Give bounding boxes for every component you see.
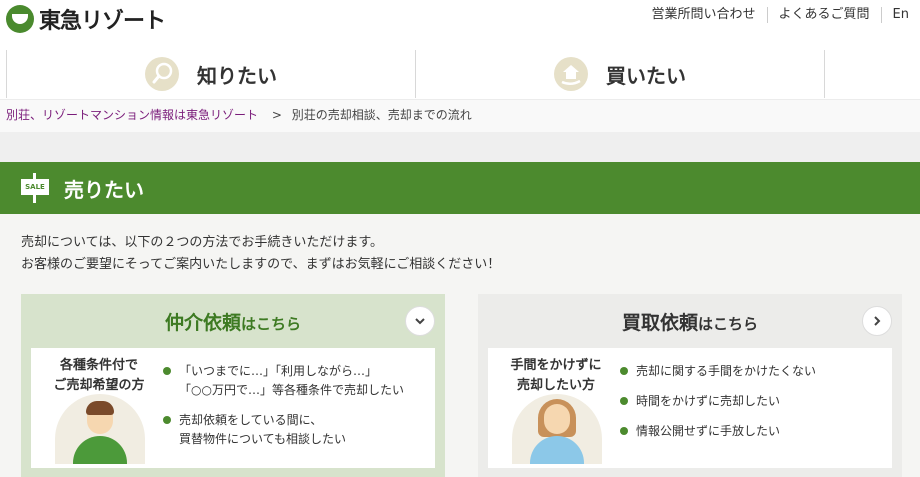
breadcrumb-current: 別荘の売却相談、売却までの流れ	[291, 108, 472, 122]
util-link-faq[interactable]: よくあるご質問	[766, 7, 881, 23]
magnifier-icon	[145, 57, 179, 91]
list-item: 売却依頼をしている間に、 買替物件についても相談したい	[163, 411, 404, 449]
chevron-right-icon[interactable]	[862, 306, 892, 336]
man-avatar-icon	[55, 394, 145, 464]
house-hand-icon	[554, 57, 588, 91]
list-item: 売却に関する手間をかけたくない	[620, 362, 816, 381]
card-title: 買取依頼はこちら	[621, 312, 759, 334]
intro-line-1: 売却については、以下の２つの方法でお手続きいただけます。	[21, 235, 384, 250]
sell-content: 売却については、以下の２つの方法でお手続きいただけます。 お客様のご要望にそって…	[0, 214, 920, 477]
nav-label-buy: 買いたい	[606, 63, 686, 88]
util-link-english[interactable]: En	[880, 7, 920, 23]
list-item: 情報公開せずに手放したい	[620, 422, 816, 441]
section-title: 売りたい	[64, 177, 144, 202]
sell-section-header: SALE 売りたい	[0, 162, 920, 214]
util-link-offices[interactable]: 営業所問い合わせ	[641, 7, 767, 23]
condition-list: 売却に関する手間をかけたくない 時間をかけずに売却したい 情報公開せずに手放した…	[620, 362, 816, 452]
target-audience: 各種条件付で ご売却希望の方	[53, 358, 145, 393]
site-header: 東急リゾート 営業所問い合わせ よくあるご質問 En	[0, 0, 920, 36]
main-nav: 知りたい 買いたい	[6, 50, 920, 98]
utility-links: 営業所問い合わせ よくあるご質問 En	[641, 7, 920, 23]
intro-line-2: お客様のご要望にそってご案内いたしますので、まずはお気軽にご相談ください！	[21, 257, 501, 272]
spacer-band	[0, 132, 920, 162]
nav-item-know[interactable]: 知りたい	[6, 50, 415, 98]
nav-item-buy[interactable]: 買いたい	[415, 50, 825, 98]
logo-mark-icon	[6, 5, 34, 33]
card-body: 各種条件付で ご売却希望の方 「いつまでに…」「利用しながら…」 「○○万円で……	[31, 348, 435, 468]
logo[interactable]: 東急リゾート	[6, 3, 166, 35]
sale-sign-icon: SALE	[21, 173, 49, 203]
list-item: 時間をかけずに売却したい	[620, 392, 816, 411]
condition-list: 「いつまでに…」「利用しながら…」 「○○万円で…」等各種条件で売却したい 売却…	[163, 362, 404, 460]
intro-text: 売却については、以下の２つの方法でお手続きいただけます。 お客様のご要望にそって…	[21, 232, 500, 276]
buyout-card[interactable]: 買取依頼はこちら 手間をかけずに 売却したい方 売却に関する手間をかけたくない …	[478, 294, 902, 477]
breadcrumb-home-link[interactable]: 別荘、リゾートマンション情報は東急リゾート	[6, 108, 258, 122]
logo-text: 東急リゾート	[39, 9, 166, 34]
breadcrumb: 別荘、リゾートマンション情報は東急リゾート > 別荘の売却相談、売却までの流れ	[0, 99, 920, 132]
nav-label-know: 知りたい	[197, 63, 277, 88]
card-title: 仲介依頼はこちら	[164, 312, 302, 334]
list-item: 「いつまでに…」「利用しながら…」 「○○万円で…」等各種条件で売却したい	[163, 362, 404, 400]
chevron-down-icon[interactable]	[405, 306, 435, 336]
breadcrumb-separator: >	[271, 108, 282, 122]
woman-avatar-icon	[512, 394, 602, 464]
card-body: 手間をかけずに 売却したい方 売却に関する手間をかけたくない 時間をかけずに売却…	[488, 348, 892, 468]
brokerage-card[interactable]: 仲介依頼はこちら 各種条件付で ご売却希望の方 「いつまでに…」「利用しながら……	[21, 294, 445, 477]
target-audience: 手間をかけずに 売却したい方	[510, 358, 602, 393]
